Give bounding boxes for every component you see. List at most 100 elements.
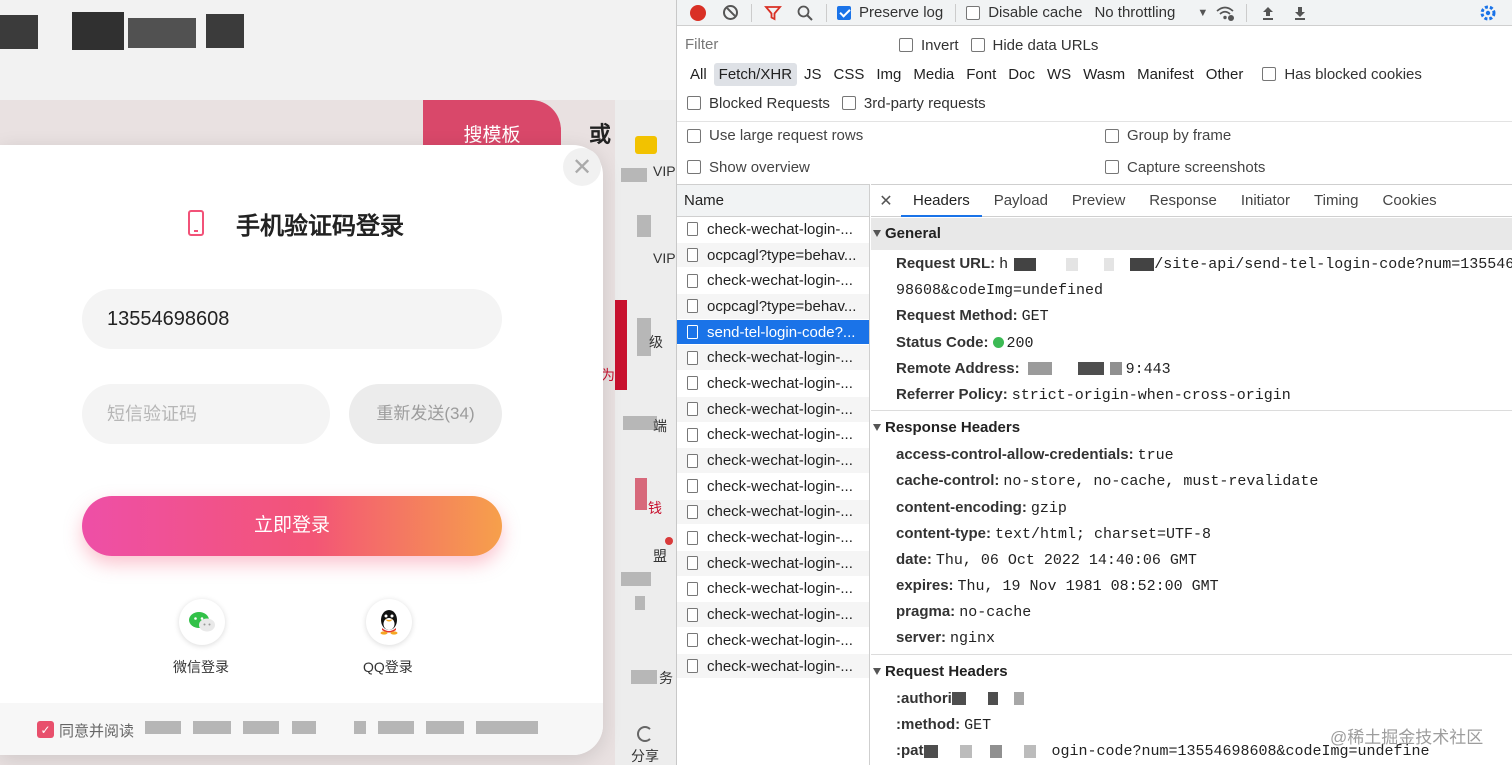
record-icon[interactable] xyxy=(687,2,709,24)
tab-timing[interactable]: Timing xyxy=(1302,185,1370,217)
blurred-agreement-link[interactable] xyxy=(426,721,464,734)
network-conditions-wifi-icon[interactable] xyxy=(1214,2,1236,24)
tab-payload[interactable]: Payload xyxy=(982,185,1060,217)
type-filter-doc[interactable]: Doc xyxy=(1003,63,1040,86)
blurred-agreement-link[interactable] xyxy=(193,721,231,734)
sms-code-input[interactable]: 短信验证码 xyxy=(82,384,330,444)
type-filter-fetch-xhr[interactable]: Fetch/XHR xyxy=(713,62,798,86)
settings-gear-icon[interactable] xyxy=(1477,2,1499,24)
blocked-requests-checkbox[interactable]: Blocked Requests xyxy=(687,95,830,112)
share-label[interactable]: 分享 xyxy=(631,746,659,765)
hide-data-urls-check-icon[interactable] xyxy=(970,38,985,52)
type-filter-ws[interactable]: WS xyxy=(1042,63,1076,86)
type-filter-media[interactable]: Media xyxy=(908,63,959,86)
filter-funnel-icon[interactable] xyxy=(762,2,784,24)
request-row[interactable]: check-wechat-login-... xyxy=(677,422,869,449)
request-row[interactable]: check-wechat-login-... xyxy=(677,499,869,526)
request-row[interactable]: check-wechat-login-... xyxy=(677,602,869,628)
large-rows-checkbox[interactable]: Use large request rows xyxy=(687,127,863,144)
throttling-select[interactable]: No throttling ▼ xyxy=(1094,4,1208,21)
blocked-requests-check-icon[interactable] xyxy=(687,96,701,110)
general-section-header[interactable]: General xyxy=(871,218,1512,250)
filter-input[interactable]: Filter xyxy=(682,33,882,57)
response-header-key: pragma: xyxy=(896,603,956,621)
export-har-download-icon[interactable] xyxy=(1289,2,1311,24)
import-har-upload-icon[interactable] xyxy=(1257,2,1279,24)
third-party-check-icon[interactable] xyxy=(841,96,856,110)
request-row[interactable]: ocpcagl?type=behav... xyxy=(677,242,869,269)
request-row[interactable]: check-wechat-login-... xyxy=(677,628,869,654)
request-detail-tabs: ✕ Headers Payload Preview Response Initiator… xyxy=(871,184,1512,217)
show-overview-checkbox[interactable]: Show overview xyxy=(687,159,810,176)
request-row[interactable]: check-wechat-login-... xyxy=(677,525,869,551)
large-rows-check-icon[interactable] xyxy=(687,128,701,143)
vip-badge-icon[interactable] xyxy=(635,136,657,154)
response-headers-section-header[interactable]: Response Headers xyxy=(871,414,1512,442)
preserve-log-checkbox[interactable]: Preserve log xyxy=(837,4,943,21)
request-row[interactable]: check-wechat-login-... xyxy=(677,653,869,680)
preserve-log-check-icon[interactable] xyxy=(837,5,851,20)
blurred-agreement-link[interactable] xyxy=(476,721,538,734)
type-filter-other[interactable]: Other xyxy=(1201,63,1249,86)
type-filter-img[interactable]: Img xyxy=(871,63,906,86)
request-name: check-wechat-login-... xyxy=(707,220,853,238)
tab-response[interactable]: Response xyxy=(1137,185,1229,217)
type-filter-css[interactable]: CSS xyxy=(829,63,870,86)
disable-cache-check-icon[interactable] xyxy=(966,5,981,20)
request-row[interactable]: check-wechat-login-... xyxy=(677,473,869,500)
has-blocked-cookies-check-icon[interactable] xyxy=(1262,67,1277,81)
group-by-frame-checkbox[interactable]: Group by frame xyxy=(1105,127,1231,144)
blurred-agreement-link[interactable] xyxy=(243,721,279,734)
request-headers-section-header[interactable]: Request Headers xyxy=(871,658,1512,686)
request-row[interactable]: check-wechat-login-... xyxy=(677,448,869,474)
tab-cookies[interactable]: Cookies xyxy=(1370,185,1448,217)
type-filter-js[interactable]: JS xyxy=(799,63,827,86)
blurred-agreement-link[interactable] xyxy=(292,721,316,734)
request-row[interactable]: check-wechat-login-... xyxy=(677,550,869,577)
wechat-icon xyxy=(189,612,215,632)
blurred-agreement-link[interactable] xyxy=(145,721,181,734)
capture-screenshots-check-icon[interactable] xyxy=(1105,160,1119,174)
resend-code-button[interactable]: 重新发送(34) xyxy=(349,384,502,444)
type-filter-font[interactable]: Font xyxy=(961,63,1001,86)
search-icon[interactable] xyxy=(794,2,816,24)
share-icon[interactable] xyxy=(637,726,653,742)
tab-headers[interactable]: Headers xyxy=(901,185,982,217)
tab-initiator[interactable]: Initiator xyxy=(1229,185,1302,217)
group-by-frame-check-icon[interactable] xyxy=(1105,128,1119,143)
tab-preview[interactable]: Preview xyxy=(1060,185,1137,217)
request-row[interactable]: check-wechat-login-... xyxy=(677,345,869,372)
close-icon[interactable]: ✕ xyxy=(563,148,601,186)
qq-login-button[interactable] xyxy=(366,599,412,645)
type-filter-wasm[interactable]: Wasm xyxy=(1078,63,1130,86)
type-filter-manifest[interactable]: Manifest xyxy=(1132,63,1199,86)
invert-check-icon[interactable] xyxy=(899,38,913,52)
request-row[interactable]: send-tel-login-code?... xyxy=(677,319,869,346)
request-row[interactable]: check-wechat-login-... xyxy=(677,217,869,243)
request-row[interactable]: check-wechat-login-... xyxy=(677,576,869,603)
close-icon[interactable]: ✕ xyxy=(871,191,901,211)
request-row[interactable]: ocpcagl?type=behav... xyxy=(677,294,869,320)
blurred-agreement-link[interactable] xyxy=(378,721,414,734)
login-submit-button[interactable]: 立即登录 xyxy=(82,496,502,556)
clear-icon[interactable] xyxy=(719,2,741,24)
hide-data-urls-checkbox[interactable]: Hide data URLs xyxy=(970,37,1098,54)
request-row[interactable]: check-wechat-login-... xyxy=(677,396,869,423)
response-header-value: nginx xyxy=(950,630,996,648)
blurred-agreement-link[interactable] xyxy=(354,721,366,734)
request-row[interactable]: check-wechat-login-... xyxy=(677,268,869,295)
has-blocked-cookies-checkbox[interactable]: Has blocked cookies xyxy=(1262,66,1422,83)
show-overview-check-icon[interactable] xyxy=(687,160,701,174)
general-title: General xyxy=(885,225,941,242)
capture-screenshots-checkbox[interactable]: Capture screenshots xyxy=(1105,159,1265,176)
agree-checkbox[interactable]: ✓ xyxy=(37,721,54,738)
invert-checkbox[interactable]: Invert xyxy=(899,37,959,54)
document-icon xyxy=(687,453,698,468)
wechat-login-button[interactable] xyxy=(179,599,225,645)
third-party-checkbox[interactable]: 3rd-party requests xyxy=(841,95,986,112)
disable-cache-checkbox[interactable]: Disable cache xyxy=(966,4,1082,21)
type-filter-all[interactable]: All xyxy=(685,63,712,86)
phone-number-input[interactable]: 13554698608 xyxy=(82,289,502,349)
name-column-header[interactable]: Name xyxy=(677,184,870,217)
request-row[interactable]: check-wechat-login-... xyxy=(677,371,869,397)
